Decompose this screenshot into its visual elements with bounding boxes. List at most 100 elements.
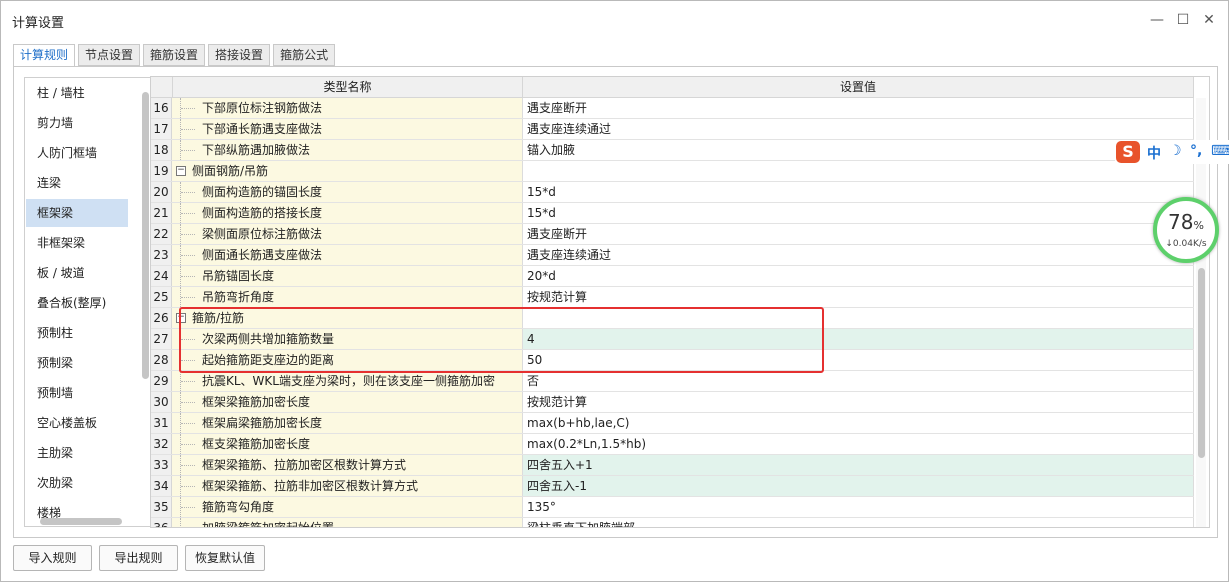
row-number: 24 xyxy=(151,266,172,286)
setting-value-cell[interactable]: 遇支座连续通过 xyxy=(523,119,1194,139)
setting-value-cell[interactable]: 四舍五入+1 xyxy=(523,455,1194,475)
table-row[interactable]: 30 框架梁箍筋加密长度 按规范计算 xyxy=(151,392,1194,413)
row-number: 32 xyxy=(151,434,172,454)
sidebar-item[interactable]: 非框架梁 xyxy=(26,229,128,257)
setting-value-cell[interactable]: 按规范计算 xyxy=(523,392,1194,412)
table-row[interactable]: 25 吊筋弯折角度 按规范计算 xyxy=(151,287,1194,308)
column-header-value[interactable]: 设置值 xyxy=(523,77,1194,98)
setting-name-cell: 吊筋锚固长度 xyxy=(172,266,523,286)
setting-name-cell: 侧面通长筋遇支座做法 xyxy=(172,245,523,265)
tree-connector xyxy=(181,297,195,298)
setting-label: 梁侧面原位标注筋做法 xyxy=(202,227,323,241)
punctuation-icon[interactable]: °, xyxy=(1190,143,1202,159)
table-row[interactable]: 33 框架梁箍筋、拉筋加密区根数计算方式 四舍五入+1 xyxy=(151,455,1194,476)
setting-name-cell: 侧面构造筋的搭接长度 xyxy=(172,203,523,223)
table-row[interactable]: 35 箍筋弯勾角度 135° xyxy=(151,497,1194,518)
title-bar: 计算设置 — ☐ ✕ xyxy=(1,1,1228,39)
sidebar-item[interactable]: 次肋梁 xyxy=(26,469,128,497)
window-title: 计算设置 xyxy=(12,16,65,31)
setting-value-cell[interactable]: max(0.2*Ln,1.5*hb) xyxy=(523,434,1194,454)
tree-connector xyxy=(181,507,195,508)
column-header-name[interactable]: 类型名称 xyxy=(172,77,523,98)
setting-label: 下部原位标注钢筋做法 xyxy=(202,101,323,115)
tab-node-settings[interactable]: 节点设置 xyxy=(78,44,141,66)
setting-value-cell[interactable]: 梁柱垂直下加腋端部 xyxy=(523,518,1194,527)
tree-connector xyxy=(181,213,195,214)
sidebar-item[interactable]: 人防门框墙 xyxy=(26,139,128,167)
setting-value-cell[interactable]: 锚入加腋 xyxy=(523,140,1194,160)
setting-name-cell: 加腋梁箍筋加密起始位置 xyxy=(172,518,523,528)
sidebar-item[interactable]: 框架梁 xyxy=(26,199,128,227)
row-number: 18 xyxy=(151,140,172,160)
table-row[interactable]: 31 框架扁梁箍筋加密长度 max(b+hb,lae,C) xyxy=(151,413,1194,434)
sidebar-item[interactable]: 板 / 坡道 xyxy=(26,259,128,287)
setting-label: 框架梁箍筋、拉筋加密区根数计算方式 xyxy=(202,458,407,472)
minimize-icon[interactable]: — xyxy=(1147,10,1167,30)
sidebar-item[interactable]: 柱 / 墙柱 xyxy=(26,79,128,107)
import-rules-button[interactable]: 导入规则 xyxy=(13,545,92,571)
table-row[interactable]: 29 抗震KL、WKL端支座为梁时，则在该支座一侧箍筋加密 否 xyxy=(151,371,1194,392)
setting-value-cell[interactable]: max(b+hb,lae,C) xyxy=(523,413,1194,433)
setting-value-cell[interactable]: 20*d xyxy=(523,266,1194,286)
table-row[interactable]: 23 侧面通长筋遇支座做法 遇支座连续通过 xyxy=(151,245,1194,266)
setting-value-cell[interactable]: 否 xyxy=(523,371,1194,391)
sidebar-item[interactable]: 预制柱 xyxy=(26,319,128,347)
tab-stirrup-formula[interactable]: 箍筋公式 xyxy=(273,44,336,66)
row-number: 35 xyxy=(151,497,172,517)
setting-label: 加腋梁箍筋加密起始位置 xyxy=(202,521,335,528)
export-rules-button[interactable]: 导出规则 xyxy=(99,545,178,571)
setting-name-cell: 梁侧面原位标注筋做法 xyxy=(172,224,523,244)
table-row[interactable]: 20 侧面构造筋的锚固长度 15*d xyxy=(151,182,1194,203)
setting-value-cell[interactable]: 遇支座连续通过 xyxy=(523,245,1194,265)
table-row[interactable]: 17 下部通长筋遇支座做法 遇支座连续通过 xyxy=(151,119,1194,140)
close-icon[interactable]: ✕ xyxy=(1199,10,1219,30)
setting-value-cell[interactable]: 135° xyxy=(523,497,1194,517)
group-row[interactable]: 19− 侧面钢筋/吊筋 xyxy=(151,161,1194,182)
moon-icon[interactable]: ☽ xyxy=(1169,143,1182,159)
network-speed-widget[interactable]: 78% ↓0.04K/s xyxy=(1153,197,1219,263)
setting-label: 侧面通长筋遇支座做法 xyxy=(202,248,323,262)
sidebar-item[interactable]: 叠合板(整厚) xyxy=(26,289,128,317)
setting-value-cell[interactable]: 按规范计算 xyxy=(523,287,1194,307)
ime-toolbar[interactable]: S 中 ☽ °, ⌨ xyxy=(1115,140,1229,164)
setting-value-cell[interactable]: 遇支座断开 xyxy=(523,98,1194,118)
table-row[interactable]: 36 加腋梁箍筋加密起始位置 梁柱垂直下加腋端部 xyxy=(151,518,1194,528)
grid-scroll-thumb[interactable] xyxy=(1198,268,1205,458)
sidebar-horizontal-scrollbar[interactable] xyxy=(40,518,122,525)
table-row[interactable]: 24 吊筋锚固长度 20*d xyxy=(151,266,1194,287)
tab-calc-rules[interactable]: 计算规则 xyxy=(13,44,76,67)
table-row[interactable]: 21 侧面构造筋的搭接长度 15*d xyxy=(151,203,1194,224)
sidebar-item[interactable]: 连梁 xyxy=(26,169,128,197)
setting-name-cell: 吊筋弯折角度 xyxy=(172,287,523,307)
setting-name-cell: 箍筋弯勾角度 xyxy=(172,497,523,517)
tree-connector xyxy=(181,465,195,466)
sidebar-item[interactable]: 预制墙 xyxy=(26,379,128,407)
setting-value-cell[interactable]: 遇支座断开 xyxy=(523,224,1194,244)
maximize-icon[interactable]: ☐ xyxy=(1173,10,1193,30)
sidebar-item[interactable]: 主肋梁 xyxy=(26,439,128,467)
sidebar-item[interactable]: 剪力墙 xyxy=(26,109,128,137)
tab-stirrup-settings[interactable]: 箍筋设置 xyxy=(143,44,206,66)
setting-value-cell[interactable]: 四舍五入-1 xyxy=(523,476,1194,496)
row-number: 17 xyxy=(151,119,172,139)
table-row[interactable]: 32 框支梁箍筋加密长度 max(0.2*Ln,1.5*hb) xyxy=(151,434,1194,455)
setting-value-cell[interactable]: 15*d xyxy=(523,182,1194,202)
collapse-icon[interactable]: − xyxy=(176,166,186,176)
row-number: 23 xyxy=(151,245,172,265)
setting-value-cell[interactable]: 15*d xyxy=(523,203,1194,223)
setting-name-cell: 抗震KL、WKL端支座为梁时，则在该支座一侧箍筋加密 xyxy=(172,371,523,391)
table-row[interactable]: 18 下部纵筋遇加腋做法 锚入加腋 xyxy=(151,140,1194,161)
sidebar-item[interactable]: 预制梁 xyxy=(26,349,128,377)
table-row[interactable]: 16 下部原位标注钢筋做法 遇支座断开 xyxy=(151,98,1194,119)
sidebar-item[interactable]: 空心楼盖板 xyxy=(26,409,128,437)
keyboard-icon[interactable]: ⌨ xyxy=(1211,143,1229,159)
tree-connector xyxy=(181,276,195,277)
restore-defaults-button[interactable]: 恢复默认值 xyxy=(185,545,265,571)
table-row[interactable]: 34 框架梁箍筋、拉筋非加密区根数计算方式 四舍五入-1 xyxy=(151,476,1194,497)
table-row[interactable]: 22 梁侧面原位标注筋做法 遇支座断开 xyxy=(151,224,1194,245)
tree-connector xyxy=(181,192,195,193)
ime-lang-label[interactable]: 中 xyxy=(1147,143,1161,163)
sidebar-vertical-scrollbar[interactable] xyxy=(142,92,149,379)
tab-lap-settings[interactable]: 搭接设置 xyxy=(208,44,271,66)
row-number: 27 xyxy=(151,329,172,349)
